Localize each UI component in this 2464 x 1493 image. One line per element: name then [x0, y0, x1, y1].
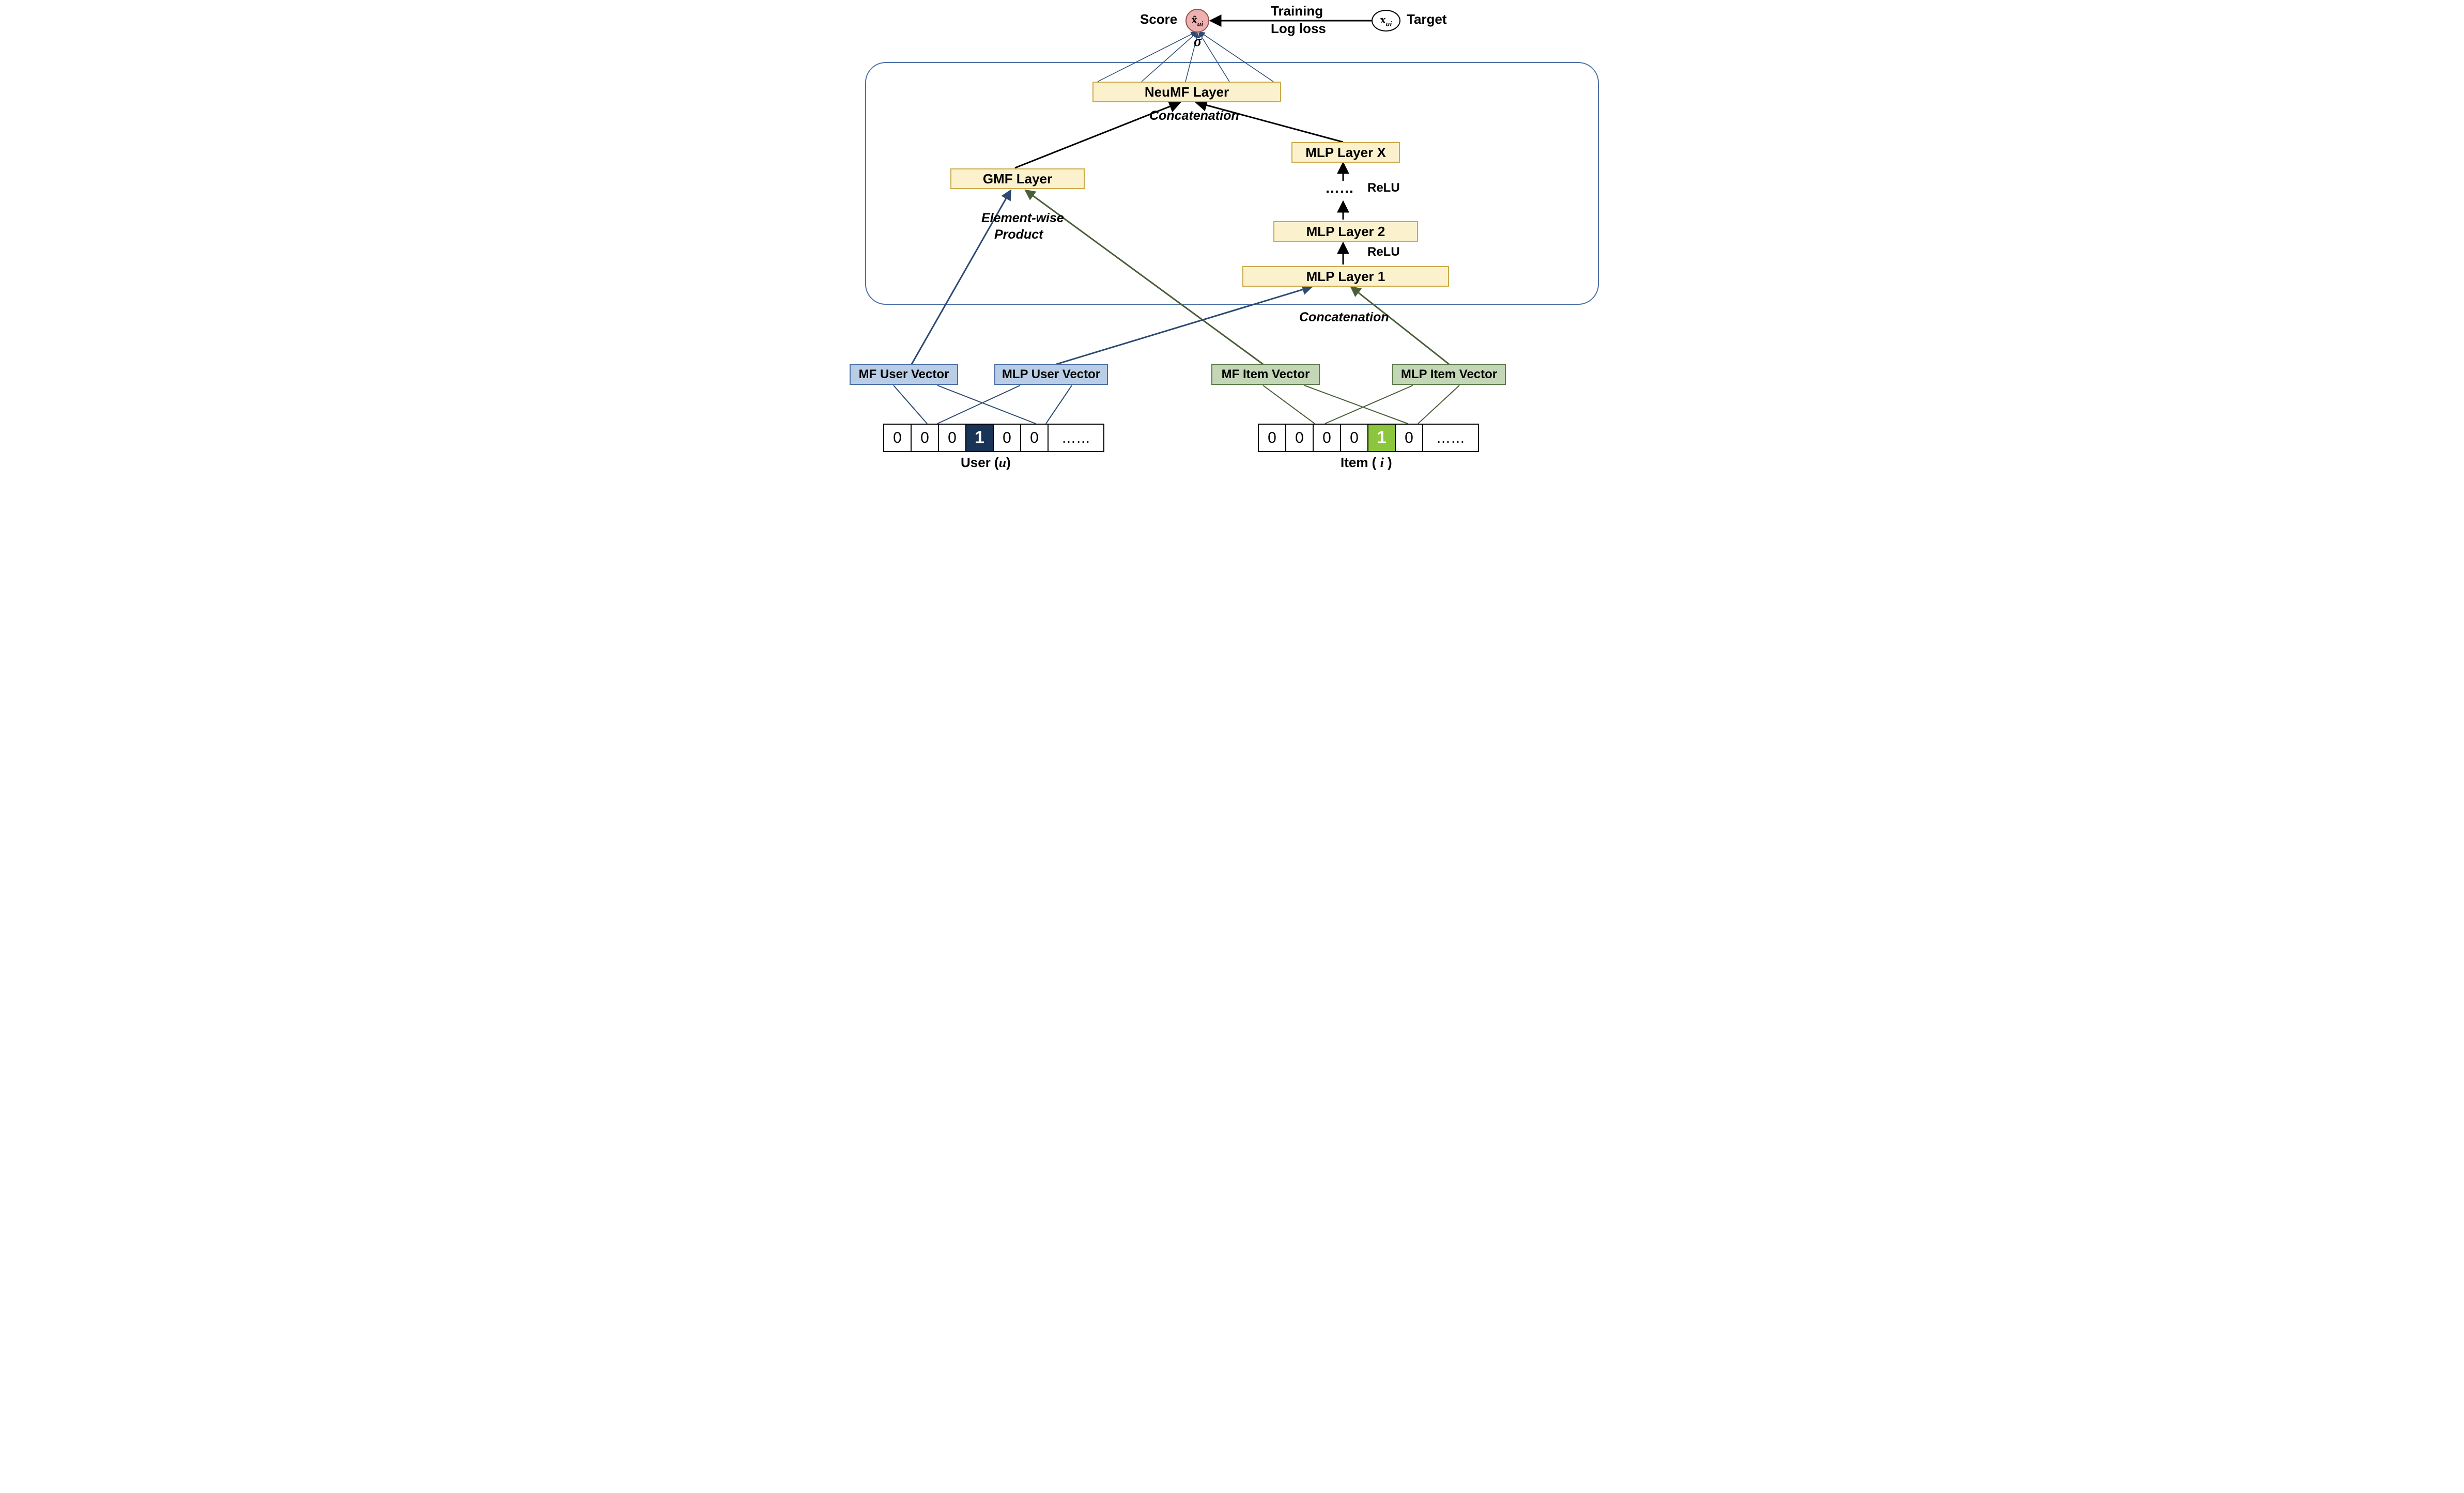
- sigma-label: σ: [1194, 34, 1202, 50]
- onehot-cell: 0: [1258, 424, 1286, 452]
- onehot-cell: 0: [993, 424, 1021, 452]
- score-symbol: x̂ui: [1192, 13, 1204, 28]
- ewp-label-1: Element-wise: [981, 211, 1064, 226]
- mf-item-vector: MF Item Vector: [1211, 364, 1320, 385]
- onehot-cell: 0: [883, 424, 912, 452]
- onehot-cell: 0: [1285, 424, 1314, 452]
- mf-user-vector: MF User Vector: [850, 364, 958, 385]
- onehot-cell: 0: [1020, 424, 1049, 452]
- score-node: x̂ui: [1185, 9, 1209, 33]
- mlp-layer-2: MLP Layer 2: [1273, 221, 1418, 242]
- relu-1: ReLU: [1367, 181, 1400, 195]
- onehot-cell: 0: [1313, 424, 1341, 452]
- onehot-cell-ellipsis: ……: [1048, 424, 1104, 452]
- ewp-label-2: Product: [994, 227, 1043, 242]
- onehot-user-label: User (u): [961, 455, 1011, 471]
- onehot-cell-ellipsis: ……: [1422, 424, 1479, 452]
- onehot-user: 0 0 0 1 0 0 ……: [883, 424, 1104, 452]
- onehot-item-label: Item ( i ): [1341, 455, 1392, 471]
- onehot-cell: 0: [1395, 424, 1423, 452]
- gmf-layer: GMF Layer: [950, 168, 1085, 189]
- mlp-user-vector: MLP User Vector: [994, 364, 1108, 385]
- neumf-layer: NeuMF Layer: [1092, 82, 1281, 102]
- relu-2: ReLU: [1367, 245, 1400, 259]
- mlp-item-vector: MLP Item Vector: [1392, 364, 1506, 385]
- target-node: xui: [1372, 10, 1400, 32]
- onehot-cell: 0: [911, 424, 939, 452]
- mlp-dots: ……: [1325, 180, 1354, 196]
- onehot-cell-active: 1: [1367, 424, 1396, 452]
- target-symbol: xui: [1380, 13, 1392, 28]
- mlp-layer-1: MLP Layer 1: [1242, 266, 1449, 287]
- training-label-2: Log loss: [1271, 21, 1326, 37]
- onehot-cell: 0: [938, 424, 966, 452]
- score-label: Score: [1140, 11, 1177, 27]
- onehot-cell: 0: [1340, 424, 1368, 452]
- target-label: Target: [1407, 11, 1447, 27]
- mlp-layer-x: MLP Layer X: [1291, 142, 1400, 163]
- onehot-item: 0 0 0 0 1 0 ……: [1258, 424, 1479, 452]
- training-label-1: Training: [1271, 3, 1323, 19]
- onehot-cell-active: 1: [965, 424, 994, 452]
- concat-top-label: Concatenation: [1149, 108, 1239, 123]
- concat-bottom-label: Concatenation: [1299, 310, 1389, 325]
- diagram-canvas: Score x̂ui σ Training Log loss xui Targe…: [844, 0, 1620, 480]
